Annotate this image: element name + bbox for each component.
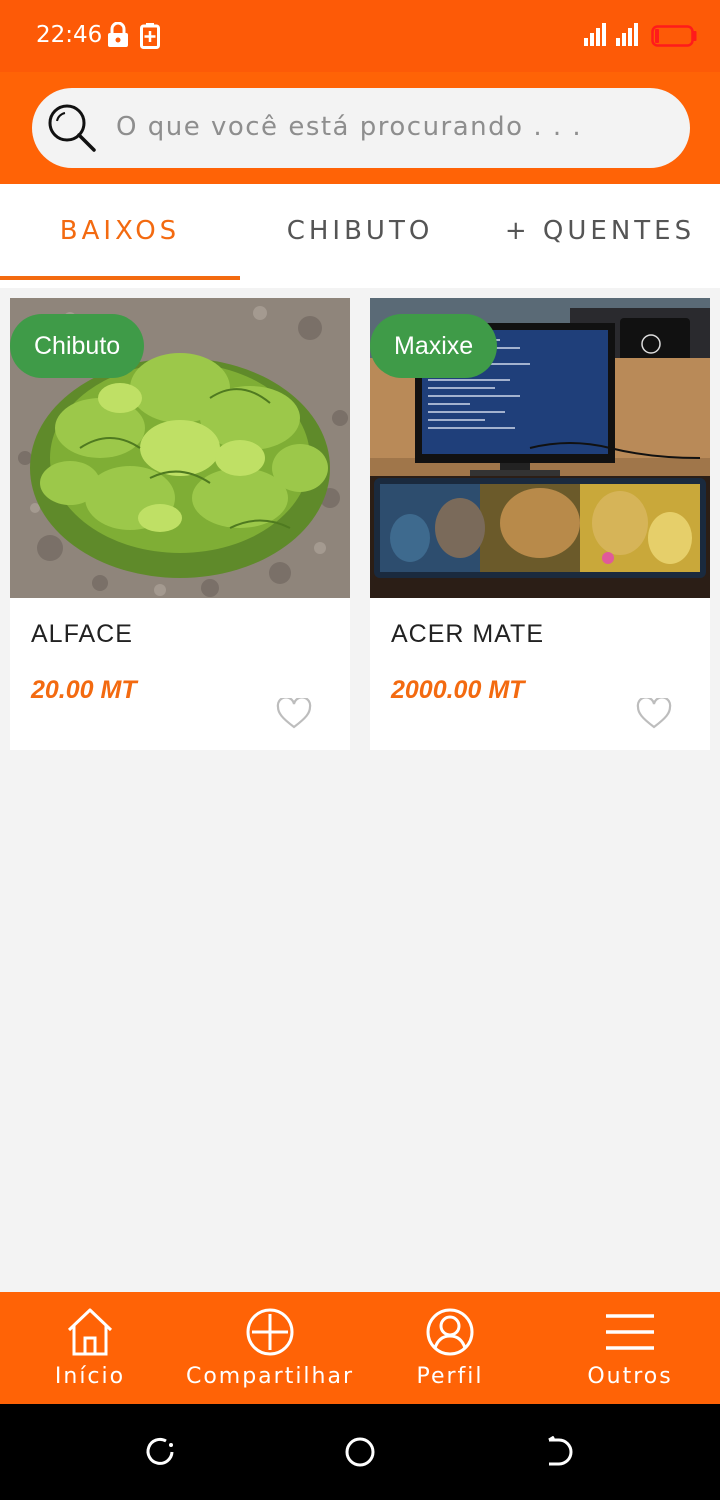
nav-compartilhar[interactable]: Compartilhar (180, 1292, 360, 1404)
bottom-navigation: Início Compartilhar Perfil Outros (0, 1292, 720, 1404)
plus-circle-icon (245, 1306, 295, 1362)
product-title: ALFACE (31, 620, 133, 648)
nav-inicio[interactable]: Início (0, 1292, 180, 1404)
product-title: ACER MATE (391, 620, 544, 648)
battery-saver-icon (140, 23, 160, 53)
nav-label: Perfil (416, 1364, 484, 1389)
search-bar: O que você está procurando . . . (0, 72, 720, 184)
location-badge: Maxixe (370, 314, 498, 378)
tab-quentes[interactable]: + QUENTES (480, 184, 720, 280)
product-card-acer-mate[interactable]: Maxixe ACER MATE 2000.00 MT (370, 298, 710, 750)
search-placeholder: O que você está procurando . . . (116, 112, 583, 142)
search-icon (46, 102, 100, 158)
heart-icon[interactable] (276, 696, 312, 734)
lock-icon (107, 21, 129, 52)
system-navigation-bar (0, 1404, 720, 1500)
profile-icon (425, 1306, 475, 1362)
tab-chibuto[interactable]: CHIBUTO (240, 184, 480, 280)
back-icon[interactable] (544, 1435, 576, 1472)
nav-label: Compartilhar (185, 1364, 355, 1389)
menu-icon (605, 1306, 655, 1362)
status-bar: 22:46 (0, 0, 720, 72)
home-button-icon[interactable] (343, 1436, 377, 1472)
battery-icon (651, 25, 697, 51)
product-price: 20.00 MT (31, 676, 137, 704)
active-tab-indicator (0, 276, 240, 280)
nav-perfil[interactable]: Perfil (360, 1292, 540, 1404)
heart-icon[interactable] (636, 696, 672, 734)
tab-baixos[interactable]: BAIXOS (0, 184, 240, 280)
product-price: 2000.00 MT (391, 676, 525, 704)
location-badge: Chibuto (10, 314, 145, 378)
nav-outros[interactable]: Outros (540, 1292, 720, 1404)
nav-label: Início (54, 1364, 126, 1389)
status-time: 22:46 (36, 22, 103, 48)
home-icon (65, 1306, 115, 1362)
search-input[interactable]: O que você está procurando . . . (32, 88, 690, 168)
nav-label: Outros (587, 1364, 673, 1389)
category-tabs: BAIXOS CHIBUTO + QUENTES (0, 184, 720, 288)
recent-apps-icon[interactable] (144, 1436, 176, 1472)
signal-icon (582, 22, 642, 52)
product-card-alface[interactable]: Chibuto ALFACE 20.00 MT (10, 298, 350, 750)
